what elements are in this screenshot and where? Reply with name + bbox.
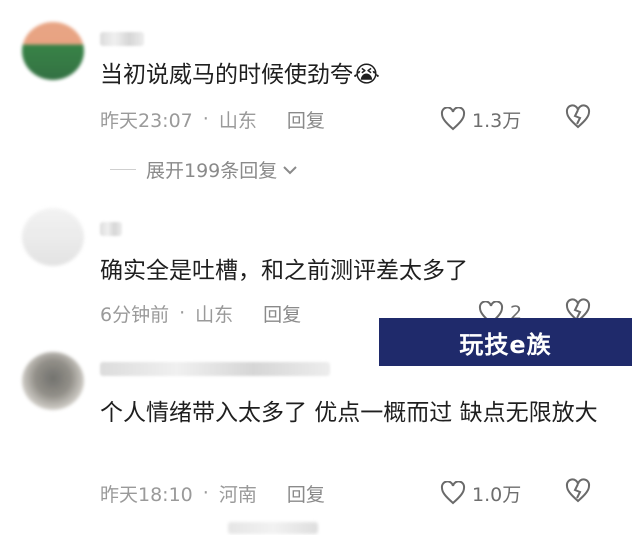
expand-divider [110,169,136,170]
reply-button[interactable]: 回复 [287,106,325,133]
reply-button[interactable]: 回复 [263,300,301,327]
dislike-button[interactable] [564,477,592,509]
comment-location: 山东 [195,303,234,326]
like-count: 1.0万 [472,483,522,506]
like-button[interactable]: 1.3万 [440,106,521,133]
reply-button[interactable]: 回复 [287,480,325,507]
separator-dot: · [202,108,209,130]
comment-location: 河南 [218,483,257,506]
expand-replies-label: 展开199条回复 [146,160,278,182]
dislike-button[interactable] [564,103,592,135]
dislike-icon [565,103,591,128]
avatar[interactable] [22,22,84,80]
nickname-blurred[interactable] [100,362,330,376]
watermark-logo: 玩技e族 [379,318,632,366]
avatar[interactable] [22,352,84,410]
comment-text: 确实全是吐槽，和之前测评差太多了 [100,258,468,284]
chevron-down-icon [283,165,297,174]
nickname-blurred[interactable] [100,222,122,236]
avatar[interactable] [22,208,84,266]
blurred-next-item [228,522,318,534]
nickname-blurred[interactable] [100,32,144,46]
expand-replies-button[interactable]: 展开199条回复 [110,156,299,183]
comment-text: 个人情绪带入太多了 优点一概而过 缺点无限放大 [100,400,598,426]
like-count: 1.3万 [472,109,522,132]
comment-text: 当初说威马的时候使劲夸😭 [100,62,380,88]
comment-meta: 昨天23:07 · 山东 回复 1.3万 [100,103,594,135]
heart-icon [440,107,466,131]
dislike-icon [565,477,591,502]
separator-dot: · [202,482,209,504]
heart-icon [440,481,466,505]
comment-meta: 昨天18:10 · 河南 回复 1.0万 [100,477,594,509]
comment-time: 昨天23:07 [100,109,193,132]
separator-dot: · [179,302,186,324]
comment-time: 6分钟前 [100,303,170,326]
like-button[interactable]: 1.0万 [440,480,521,507]
comment-location: 山东 [218,109,257,132]
comment-time: 昨天18:10 [100,483,193,506]
